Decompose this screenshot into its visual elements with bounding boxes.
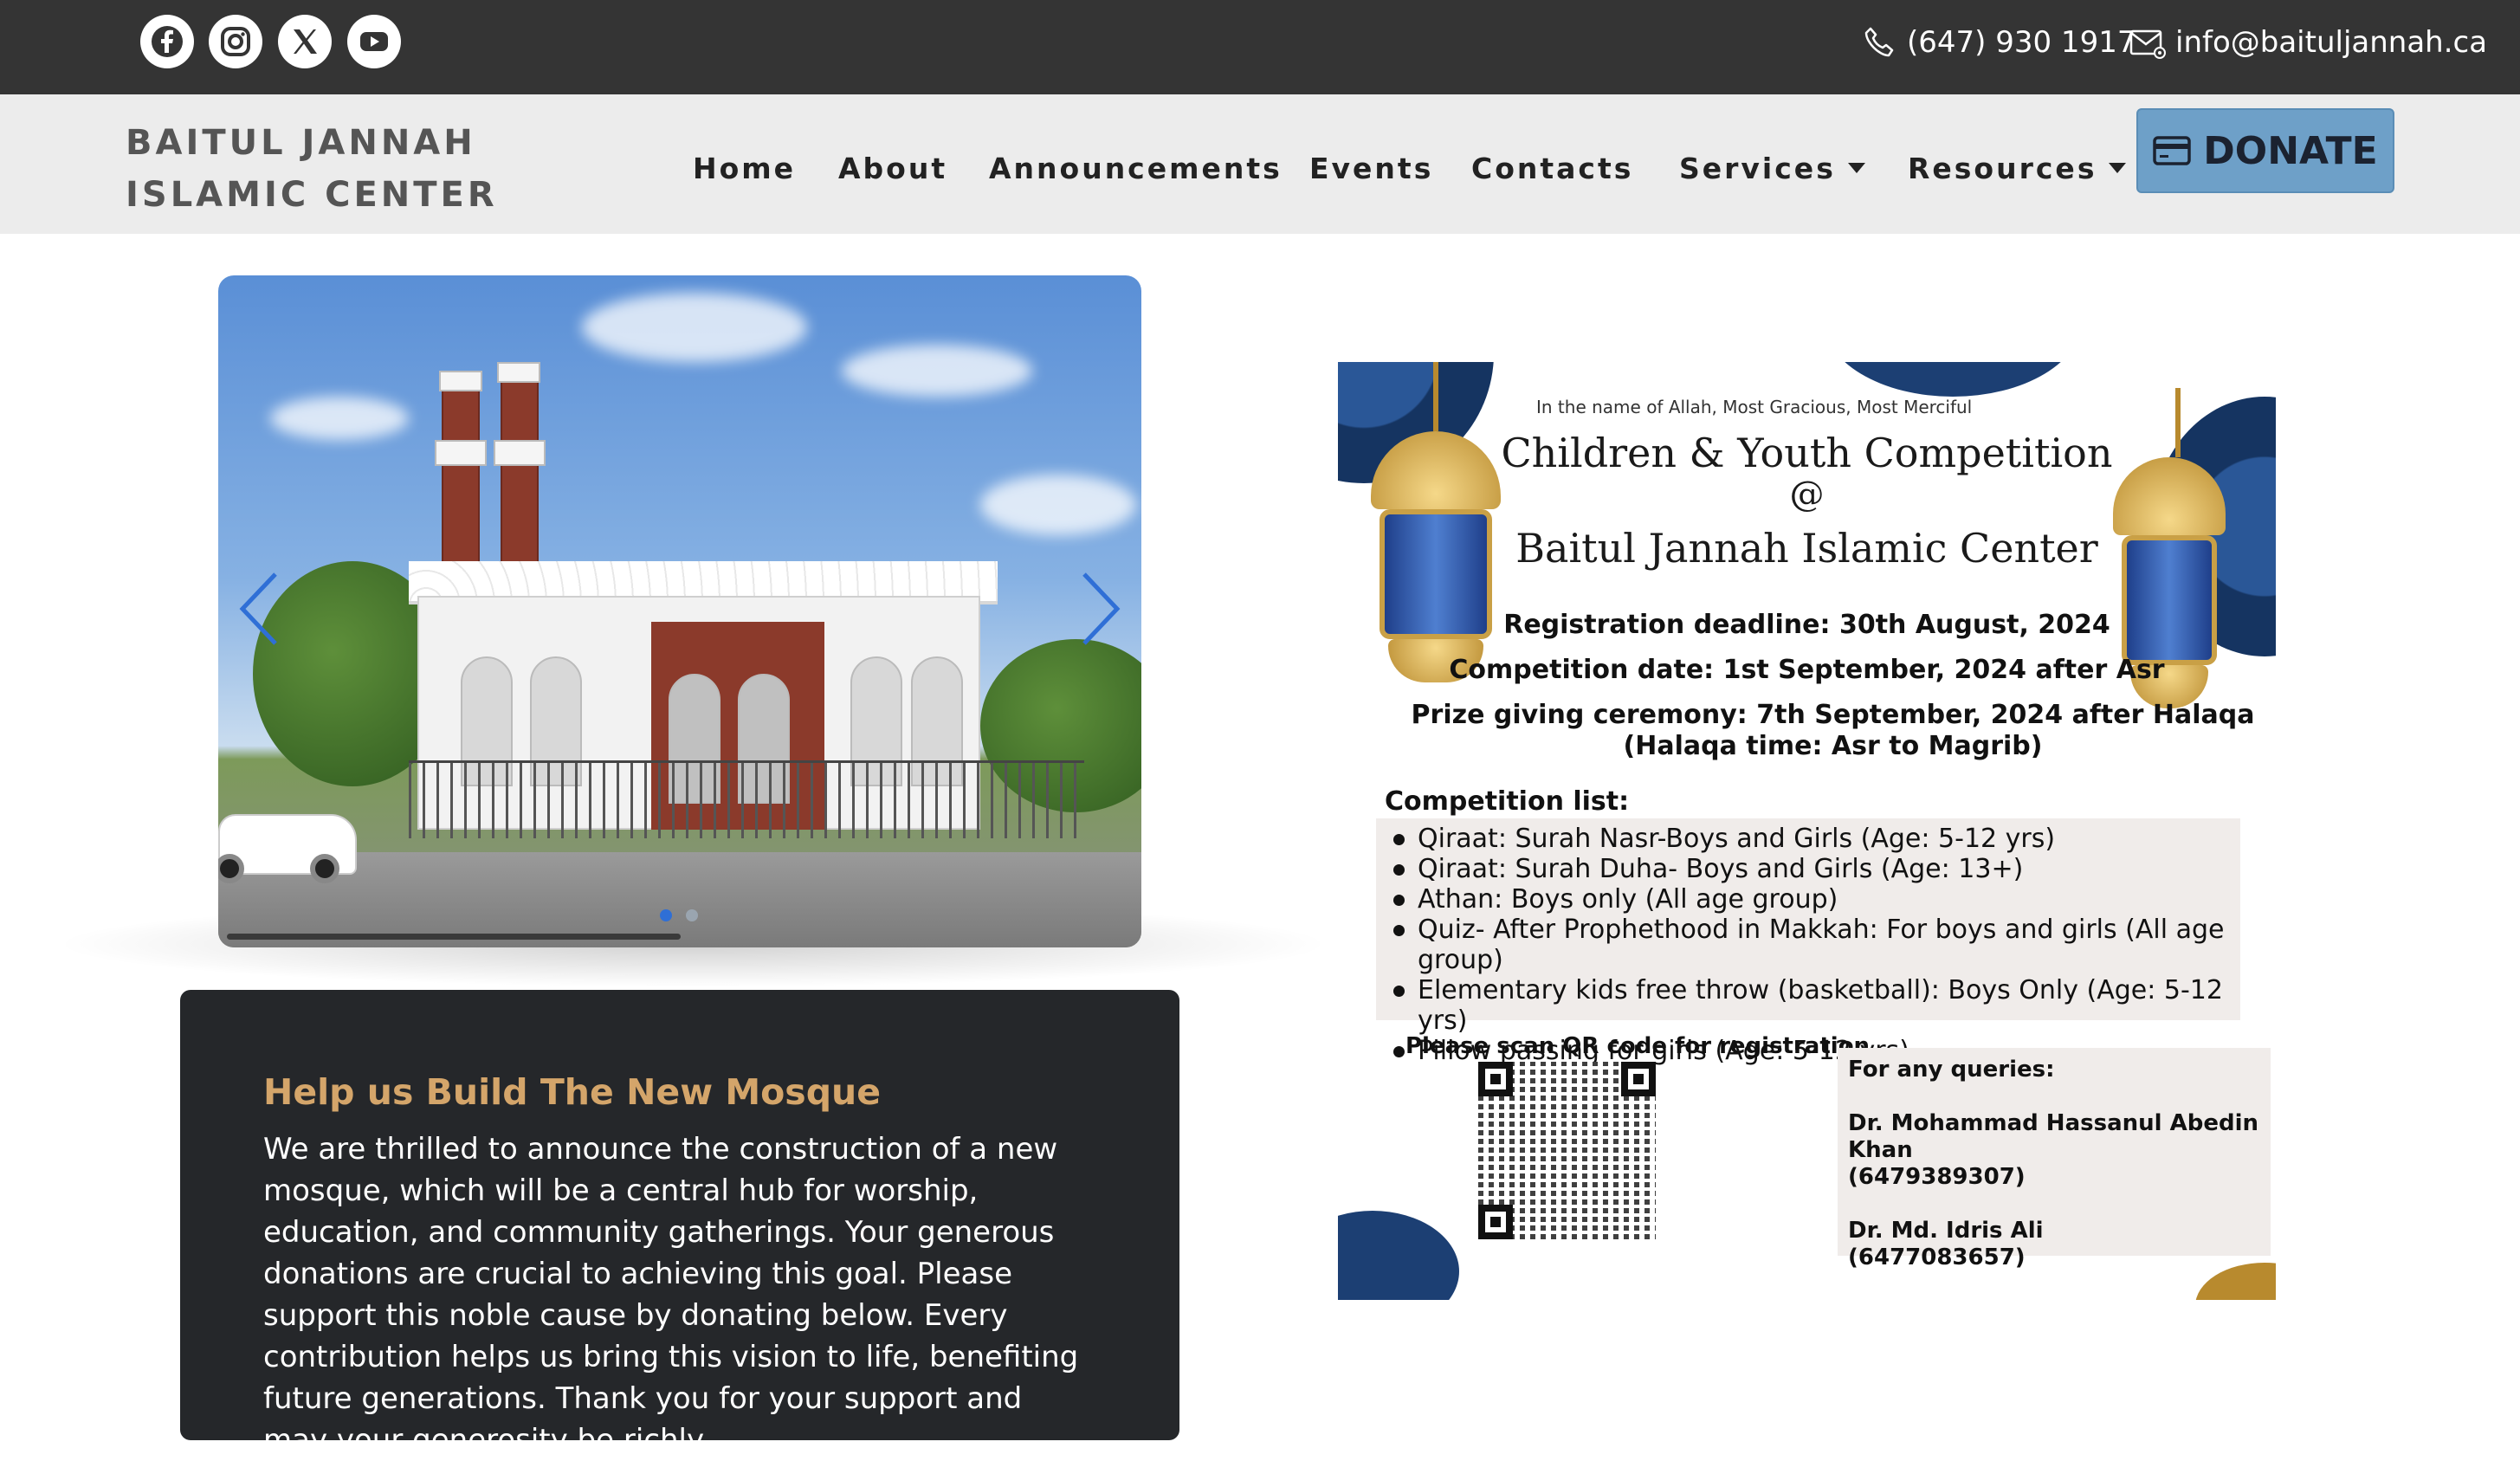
nav-resources-label: Resources xyxy=(1908,151,2097,185)
contact-name: Dr. Md. Idris Ali xyxy=(1848,1218,2044,1244)
email-contact[interactable]: info@baituljannah.ca xyxy=(2129,23,2487,62)
instagram-icon[interactable] xyxy=(209,15,262,68)
competition-flyer: In the name of Allah, Most Gracious, Mos… xyxy=(1338,362,2276,1300)
nav-contacts[interactable]: Contacts xyxy=(1471,146,1633,190)
flyer-title-2: Baitul Jannah Islamic Center xyxy=(1515,525,2098,572)
qr-code xyxy=(1478,1062,1656,1239)
flyer-competition-list: Qiraat: Surah Nasr-Boys and Girls (Age: … xyxy=(1376,818,2240,1066)
email-address: info@baituljannah.ca xyxy=(2175,25,2488,60)
phone-icon xyxy=(1864,27,1894,57)
chevron-down-icon xyxy=(2109,163,2127,173)
carousel-next-button[interactable] xyxy=(1074,570,1126,648)
flyer-bismillah: In the name of Allah, Most Gracious, Mos… xyxy=(1536,397,1973,417)
top-bar: (647) 930 1917 info@baituljannah.ca xyxy=(0,0,2520,94)
brand-line-1: BAITUL JANNAH xyxy=(126,123,476,163)
list-item: Athan: Boys only (All age group) xyxy=(1393,884,2240,915)
carousel-dot-active[interactable] xyxy=(660,909,672,921)
appeal-body: We are thrilled to announce the construc… xyxy=(263,1132,1079,1458)
nav-about[interactable]: About xyxy=(838,146,947,190)
contact-phone: (6477083657) xyxy=(1848,1244,2026,1270)
donation-appeal-card: Help us Build The New Mosque We are thri… xyxy=(180,990,1179,1458)
flyer-halaqa: (Halaqa time: Asr to Magrib) xyxy=(1623,731,2043,761)
phone-contact[interactable]: (647) 930 1917 xyxy=(1860,23,2136,62)
mosque-image xyxy=(218,275,1141,947)
carousel-dot[interactable] xyxy=(686,909,698,921)
donate-label: DONATE xyxy=(2203,128,2378,173)
list-item: Quiz- After Prophethood in Makkah: For b… xyxy=(1393,915,2240,975)
flyer-qr-label: Please scan QR code for registration xyxy=(1405,1033,1871,1059)
nav-services-dropdown[interactable]: Services xyxy=(1679,146,1865,190)
nav-services-label: Services xyxy=(1679,151,1836,185)
flyer-title-at: @ xyxy=(1789,475,1825,514)
brand-line-2: ISLAMIC CENTER xyxy=(126,175,498,215)
image-carousel[interactable] xyxy=(218,275,1141,947)
brand-logo[interactable]: BAITUL JANNAH ISLAMIC CENTER xyxy=(126,117,498,221)
credit-card-icon xyxy=(2153,136,2192,165)
flyer-deadline: Registration deadline: 30th August, 2024 xyxy=(1503,610,2110,640)
chevron-down-icon xyxy=(1847,163,1865,173)
carousel-progress-bar xyxy=(227,934,681,940)
appeal-heading: Help us Build The New Mosque xyxy=(263,1071,882,1113)
x-twitter-icon[interactable] xyxy=(278,15,332,68)
list-item: Qiraat: Surah Duha- Boys and Girls (Age:… xyxy=(1393,854,2240,884)
donate-button[interactable]: DONATE xyxy=(2136,108,2394,193)
flyer-prize: Prize giving ceremony: 7th September, 20… xyxy=(1411,700,2255,730)
list-item: Qiraat: Surah Nasr-Boys and Girls (Age: … xyxy=(1393,824,2240,854)
nav-events[interactable]: Events xyxy=(1309,146,1433,190)
contact-name: Dr. Mohammad Hassanul Abedin Khan xyxy=(1848,1110,2258,1163)
facebook-icon[interactable] xyxy=(140,15,194,68)
flyer-competition-date: Competition date: 1st September, 2024 af… xyxy=(1449,655,2165,685)
youtube-icon[interactable] xyxy=(347,15,401,68)
nav-announcements[interactable]: Announcements xyxy=(989,146,1283,190)
chevron-left-icon xyxy=(239,572,277,645)
contact-phone: (6479389307) xyxy=(1848,1164,2026,1190)
nav-home[interactable]: Home xyxy=(693,146,796,190)
flyer-list-heading: Competition list: xyxy=(1385,786,1630,817)
chevron-right-icon xyxy=(1082,572,1121,645)
carousel-prev-button[interactable] xyxy=(234,570,286,648)
flyer-queries-box: For any queries: Dr. Mohammad Hassanul A… xyxy=(1838,1048,2271,1270)
flyer-title-1: Children & Youth Competition xyxy=(1501,430,2113,476)
nav-resources-dropdown[interactable]: Resources xyxy=(1908,146,2127,190)
queries-heading: For any queries: xyxy=(1848,1057,2055,1083)
email-icon xyxy=(2129,29,2166,59)
list-item: Elementary kids free throw (basketball):… xyxy=(1393,975,2240,1036)
phone-number: (647) 930 1917 xyxy=(1907,25,2136,60)
